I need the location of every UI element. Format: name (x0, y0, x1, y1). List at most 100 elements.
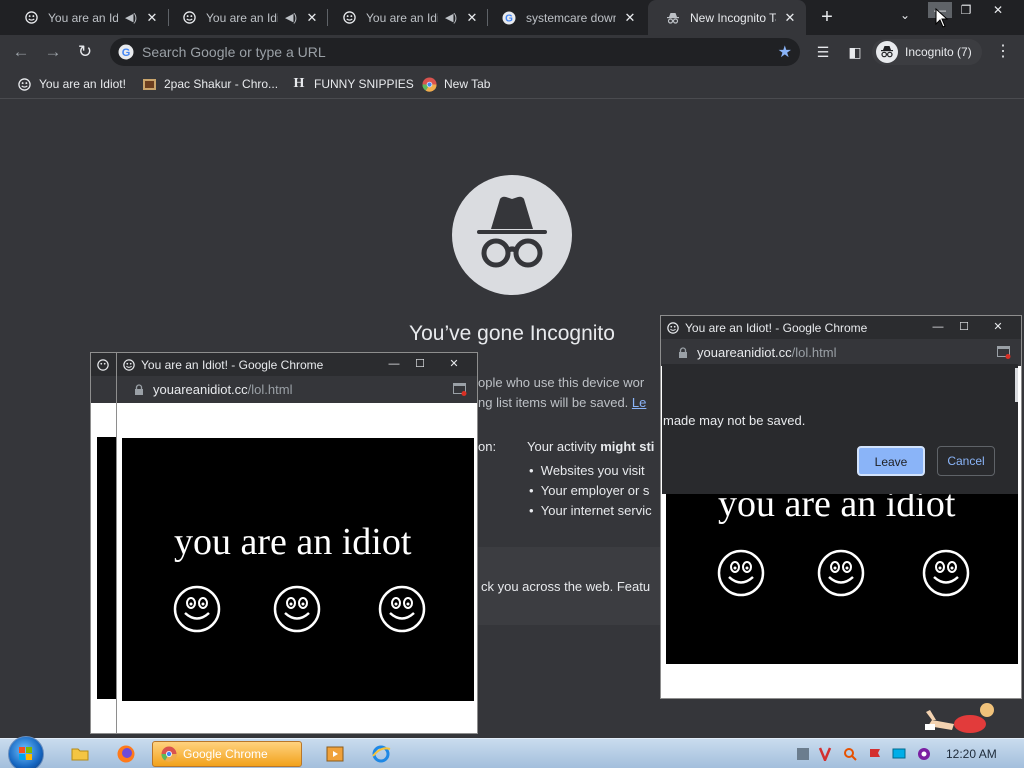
smiley-icon (182, 11, 196, 25)
menu-kebab-icon[interactable]: ⋮ (992, 41, 1014, 63)
list-item: • Websites you visit (529, 463, 645, 478)
tab-new-incognito[interactable]: New Incognito Tab ✕ (648, 0, 806, 35)
omnibox[interactable]: G ★ (110, 38, 800, 66)
close-tab-icon[interactable]: ✕ (304, 10, 320, 26)
tray-search-icon[interactable] (843, 747, 857, 761)
list-item: • Your employer or s (529, 483, 650, 498)
internet-explorer-icon[interactable] (371, 744, 391, 764)
taskbar-clock[interactable]: 12:20 AM (946, 747, 997, 761)
smiley-icon (342, 11, 356, 25)
list-item: • Your internet servic (529, 503, 652, 518)
tab-idiot-2[interactable]: You are an Idiot! ◀) ✕ (164, 0, 328, 35)
idiot-content-panel: you are an idiot (122, 438, 474, 701)
smiley-icon (667, 321, 679, 334)
popup-url-bar: youareanidiot.cc/lol.html (661, 339, 1021, 366)
tray-volume-icon[interactable] (917, 747, 931, 761)
bookmark-you-are-an-idiot[interactable]: You are an Idiot! (16, 76, 126, 92)
column-label: on: (478, 439, 497, 454)
popup-url: youareanidiot.cc/lol.html (697, 345, 836, 360)
bookmark-new-tab[interactable]: New Tab (421, 76, 490, 92)
info-line-2-text: ng list items will be saved. (478, 395, 629, 410)
leave-site-dialog: made may not be saved. Leave Cancel (662, 364, 1018, 494)
firefox-icon[interactable] (116, 744, 136, 764)
mouse-cursor-icon (935, 8, 949, 28)
close-window-button[interactable]: ✕ (986, 2, 1010, 18)
taskbar-chrome-button[interactable]: Google Chrome (152, 741, 302, 767)
close-tab-icon[interactable]: ✕ (464, 10, 480, 26)
bookmarks-bar: You are an Idiot! 2pac Shakur - Chro... … (0, 69, 1024, 99)
chrome-icon (161, 746, 177, 762)
back-arrow-icon[interactable]: ← (10, 41, 32, 63)
open-in-browser-icon[interactable] (453, 383, 467, 396)
tray-antivirus-icon[interactable] (818, 747, 832, 761)
explorer-folder-icon[interactable] (70, 744, 90, 764)
tab-search-chevron-icon[interactable]: ⌄ (896, 8, 914, 26)
google-icon: G (502, 11, 516, 25)
bookmark-funny-snippies[interactable]: H FUNNY SNIPPIES (291, 76, 414, 92)
bookmark-2pac[interactable]: 2pac Shakur - Chro... (141, 76, 278, 92)
activity-heading-prefix: Your activity (527, 439, 601, 454)
windows-taskbar: Google Chrome 12:20 AM (0, 736, 1024, 768)
tray-network-icon[interactable] (892, 747, 906, 761)
start-button[interactable] (8, 736, 44, 768)
close-tab-icon[interactable]: ✕ (622, 10, 638, 26)
popup-minimize-button[interactable]: — (385, 356, 403, 372)
tab-idiot-3[interactable]: You are an Idiot! ◀) ✕ (324, 0, 488, 35)
bookmark-label: FUNNY SNIPPIES (314, 77, 414, 91)
activity-heading: Your activity might sti (527, 439, 654, 454)
taskbar-app-label: Google Chrome (183, 747, 268, 761)
forward-arrow-icon[interactable]: → (42, 41, 64, 63)
desktop-character-icon (925, 703, 994, 733)
incognito-profile-button[interactable]: Incognito (7) (872, 39, 982, 65)
google-icon: G (118, 44, 134, 60)
learn-more-link[interactable]: Le (632, 395, 646, 410)
idiot-text: you are an idiot (174, 521, 412, 563)
popup-close-button[interactable]: ✕ (445, 356, 463, 372)
dialog-message: made may not be saved. (663, 413, 806, 428)
h-icon: H (293, 76, 305, 91)
bookmark-label: New Tab (444, 77, 491, 91)
dialog-scrollbar[interactable] (1015, 368, 1018, 402)
svg-text:G: G (122, 47, 131, 59)
popup-close-button[interactable]: ✕ (989, 319, 1007, 335)
reload-icon[interactable]: ↻ (74, 41, 96, 63)
restore-window-button[interactable]: ❐ (954, 2, 978, 18)
windows-logo-icon (19, 747, 32, 760)
tray-app-icon[interactable] (796, 747, 810, 761)
tray-flag-icon[interactable] (868, 747, 882, 761)
popup-minimize-button[interactable]: — (929, 319, 947, 335)
popup-url-bar: youareanidiot.cc/lol.html (117, 376, 477, 403)
cancel-button[interactable]: Cancel (937, 446, 995, 476)
close-tab-icon[interactable]: ✕ (144, 10, 160, 26)
image-icon (141, 76, 157, 92)
speaker-icon[interactable]: ◀) (124, 11, 138, 24)
close-tab-icon[interactable]: ✕ (782, 10, 798, 26)
profile-label: Incognito (7) (905, 45, 972, 59)
popup-maximize-button[interactable]: ☐ (411, 356, 429, 372)
speaker-icon[interactable]: ◀) (444, 11, 458, 24)
tab-systemcare[interactable]: G systemcare download ✕ (484, 0, 646, 35)
bookmark-star-icon[interactable]: ★ (778, 42, 792, 62)
popup-maximize-button[interactable]: ☐ (955, 319, 973, 335)
speaker-icon[interactable]: ◀) (284, 11, 298, 24)
tab-title: You are an Idiot! (206, 10, 278, 25)
tab-title: systemcare download (526, 10, 616, 25)
smiley-face-icon (173, 585, 221, 633)
popup-window-left[interactable]: You are an Idiot! - Google Chrome — ☐ ✕ … (116, 352, 478, 734)
lock-icon (679, 346, 687, 358)
new-tab-button[interactable]: + (816, 6, 838, 28)
smiley-face-icon (273, 585, 321, 633)
leave-button[interactable]: Leave (857, 446, 925, 476)
side-panel-icon[interactable]: ◧ (844, 41, 866, 63)
reading-list-icon[interactable]: ☰ (812, 41, 834, 63)
lock-icon (135, 383, 143, 395)
omnibox-input[interactable] (142, 42, 762, 62)
open-in-browser-icon[interactable] (997, 346, 1011, 359)
activity-heading-bold: might sti (600, 439, 655, 454)
info-line-2: ng list items will be saved. Le (478, 395, 646, 410)
media-player-icon[interactable] (325, 744, 345, 764)
smiley-face-icon (817, 549, 865, 597)
tab-idiot-1[interactable]: You are an Idiot! ◀) ✕ (6, 0, 168, 35)
url-path: /lol.html (791, 345, 837, 360)
tab-title: You are an Idiot! (48, 10, 118, 25)
